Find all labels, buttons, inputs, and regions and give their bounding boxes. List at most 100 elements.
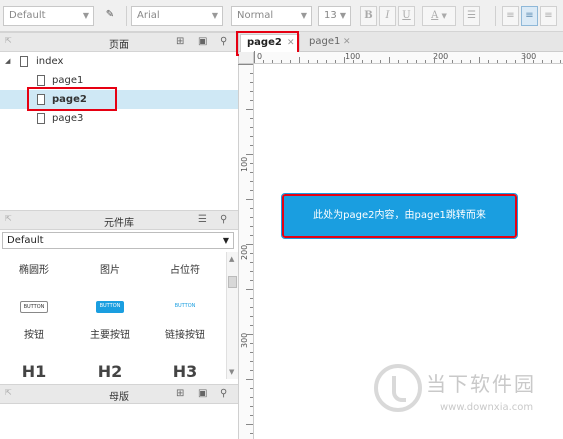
- font-color-button[interactable]: A ▼: [422, 6, 456, 26]
- add-master-icon[interactable]: ⊞: [176, 388, 184, 399]
- font-size-select[interactable]: 13 ▼: [318, 6, 351, 26]
- scroll-down-icon[interactable]: ▼: [229, 368, 234, 376]
- format-painter-icon[interactable]: ✎: [100, 6, 120, 26]
- ruler-corner: [239, 52, 254, 64]
- ruler-tick: [533, 60, 534, 63]
- ruler-tick: [250, 262, 253, 263]
- ruler-tick: [250, 343, 253, 344]
- ruler-tick: [250, 406, 253, 407]
- ruler-tick: [371, 60, 372, 63]
- widget-h3[interactable]: H3: [160, 362, 210, 381]
- ruler-tick: [250, 226, 253, 227]
- ruler-tick: [250, 91, 253, 92]
- ruler-tick: [246, 424, 253, 425]
- align-center-icon[interactable]: ≡: [521, 6, 538, 26]
- widget-primary-button-preview[interactable]: BUTTON: [96, 301, 124, 313]
- widget-primary-button-label: 主要按钮: [90, 330, 130, 341]
- ruler-tick: [250, 397, 253, 398]
- ruler-tick: [398, 60, 399, 63]
- ruler-tick: [250, 235, 253, 236]
- chevron-down-icon: ▼: [82, 11, 89, 20]
- bold-button[interactable]: B: [360, 6, 377, 26]
- ruler-tick: [250, 127, 253, 128]
- ruler-tick: [299, 57, 300, 63]
- ruler-tick: [470, 60, 471, 63]
- ruler-tick: [250, 298, 253, 299]
- highlight-box-page2: [27, 87, 117, 111]
- italic-button[interactable]: I: [379, 6, 396, 26]
- ruler-tick: [497, 60, 498, 63]
- font-family-select[interactable]: Arial ▼: [131, 6, 223, 26]
- add-page-icon[interactable]: ⊞: [176, 36, 184, 47]
- close-icon[interactable]: ✕: [343, 34, 351, 50]
- underline-button[interactable]: U: [398, 6, 415, 26]
- ruler-tick: [344, 57, 345, 63]
- ruler-tick: [250, 388, 253, 389]
- ruler-tick: [250, 118, 253, 119]
- widget-library-select[interactable]: Default ▼: [2, 232, 234, 249]
- search-icon[interactable]: ⚲: [220, 388, 227, 399]
- ruler-tick: [272, 60, 273, 63]
- menu-icon[interactable]: ☰: [198, 214, 207, 225]
- widget-button-preview[interactable]: BUTTON: [20, 301, 48, 313]
- widget-ellipse[interactable]: 椭圆形: [4, 261, 64, 276]
- ruler-tick: [250, 100, 253, 101]
- search-icon[interactable]: ⚲: [220, 214, 227, 225]
- widgets-scrollbar[interactable]: ▲ ▼: [226, 252, 238, 379]
- tree-item-page3[interactable]: page3: [0, 109, 238, 128]
- widget-placeholder[interactable]: 占位符: [155, 261, 215, 276]
- add-folder-icon[interactable]: ▣: [198, 36, 207, 47]
- widget-button-label: 按钮: [24, 330, 44, 341]
- widget-h2[interactable]: H2: [85, 362, 135, 381]
- widget-link-button-preview[interactable]: BUTTON: [171, 301, 199, 313]
- search-icon[interactable]: ⚲: [220, 36, 227, 47]
- ruler-tick: [389, 57, 390, 63]
- font-weight-select[interactable]: Normal ▼: [231, 6, 312, 26]
- ruler-tick: [250, 136, 253, 137]
- ruler-tick: [250, 370, 253, 371]
- ruler-tick: [250, 361, 253, 362]
- ruler-tick: [308, 60, 309, 63]
- ruler-tick: [317, 60, 318, 63]
- ruler-tick: [551, 60, 552, 63]
- chevron-down-icon: ▼: [211, 11, 218, 20]
- ruler-tick: [238, 64, 253, 65]
- ruler-tick: [246, 244, 253, 245]
- scroll-thumb[interactable]: [228, 276, 237, 288]
- ruler-tick: [461, 60, 462, 63]
- bullet-list-icon[interactable]: ☰: [463, 6, 480, 26]
- align-right-icon[interactable]: ≡: [540, 6, 557, 26]
- ruler-tick: [290, 60, 291, 63]
- page2-content-box[interactable]: 此处为page2内容，由page1跳转而来: [281, 193, 518, 239]
- ruler-tick: [560, 60, 561, 63]
- ruler-tick: [452, 60, 453, 63]
- ruler-tick: [335, 60, 336, 63]
- chevron-down-icon: ▼: [300, 11, 307, 20]
- ruler-tick: [250, 307, 253, 308]
- scroll-up-icon[interactable]: ▲: [229, 255, 234, 263]
- widget-image[interactable]: 图片: [80, 261, 140, 276]
- align-left-icon[interactable]: ≡: [502, 6, 519, 26]
- ruler-tick: [250, 316, 253, 317]
- ruler-tick: [250, 181, 253, 182]
- widget-h1[interactable]: H1: [9, 362, 59, 381]
- tab-page1[interactable]: page1 ✕: [303, 34, 355, 52]
- ruler-tick: [250, 73, 253, 74]
- expand-arrow-icon[interactable]: ◢: [5, 52, 10, 71]
- masters-panel-body: [0, 404, 238, 439]
- page-icon: [37, 75, 45, 86]
- horizontal-ruler: 0 100 200 300: [254, 51, 563, 64]
- tree-item-index[interactable]: ◢ index: [0, 52, 238, 71]
- ruler-tick: [263, 60, 264, 63]
- style-select[interactable]: Default ▼: [3, 6, 94, 26]
- ruler-tick: [246, 154, 253, 155]
- add-folder-icon[interactable]: ▣: [198, 388, 207, 399]
- ruler-tick: [246, 199, 253, 200]
- ruler-tick: [524, 57, 525, 63]
- watermark-logo: [374, 364, 422, 412]
- ruler-tick: [250, 190, 253, 191]
- ruler-tick: [250, 145, 253, 146]
- ruler-tick: [250, 325, 253, 326]
- ruler-tick: [250, 172, 253, 173]
- ruler-tick: [416, 60, 417, 63]
